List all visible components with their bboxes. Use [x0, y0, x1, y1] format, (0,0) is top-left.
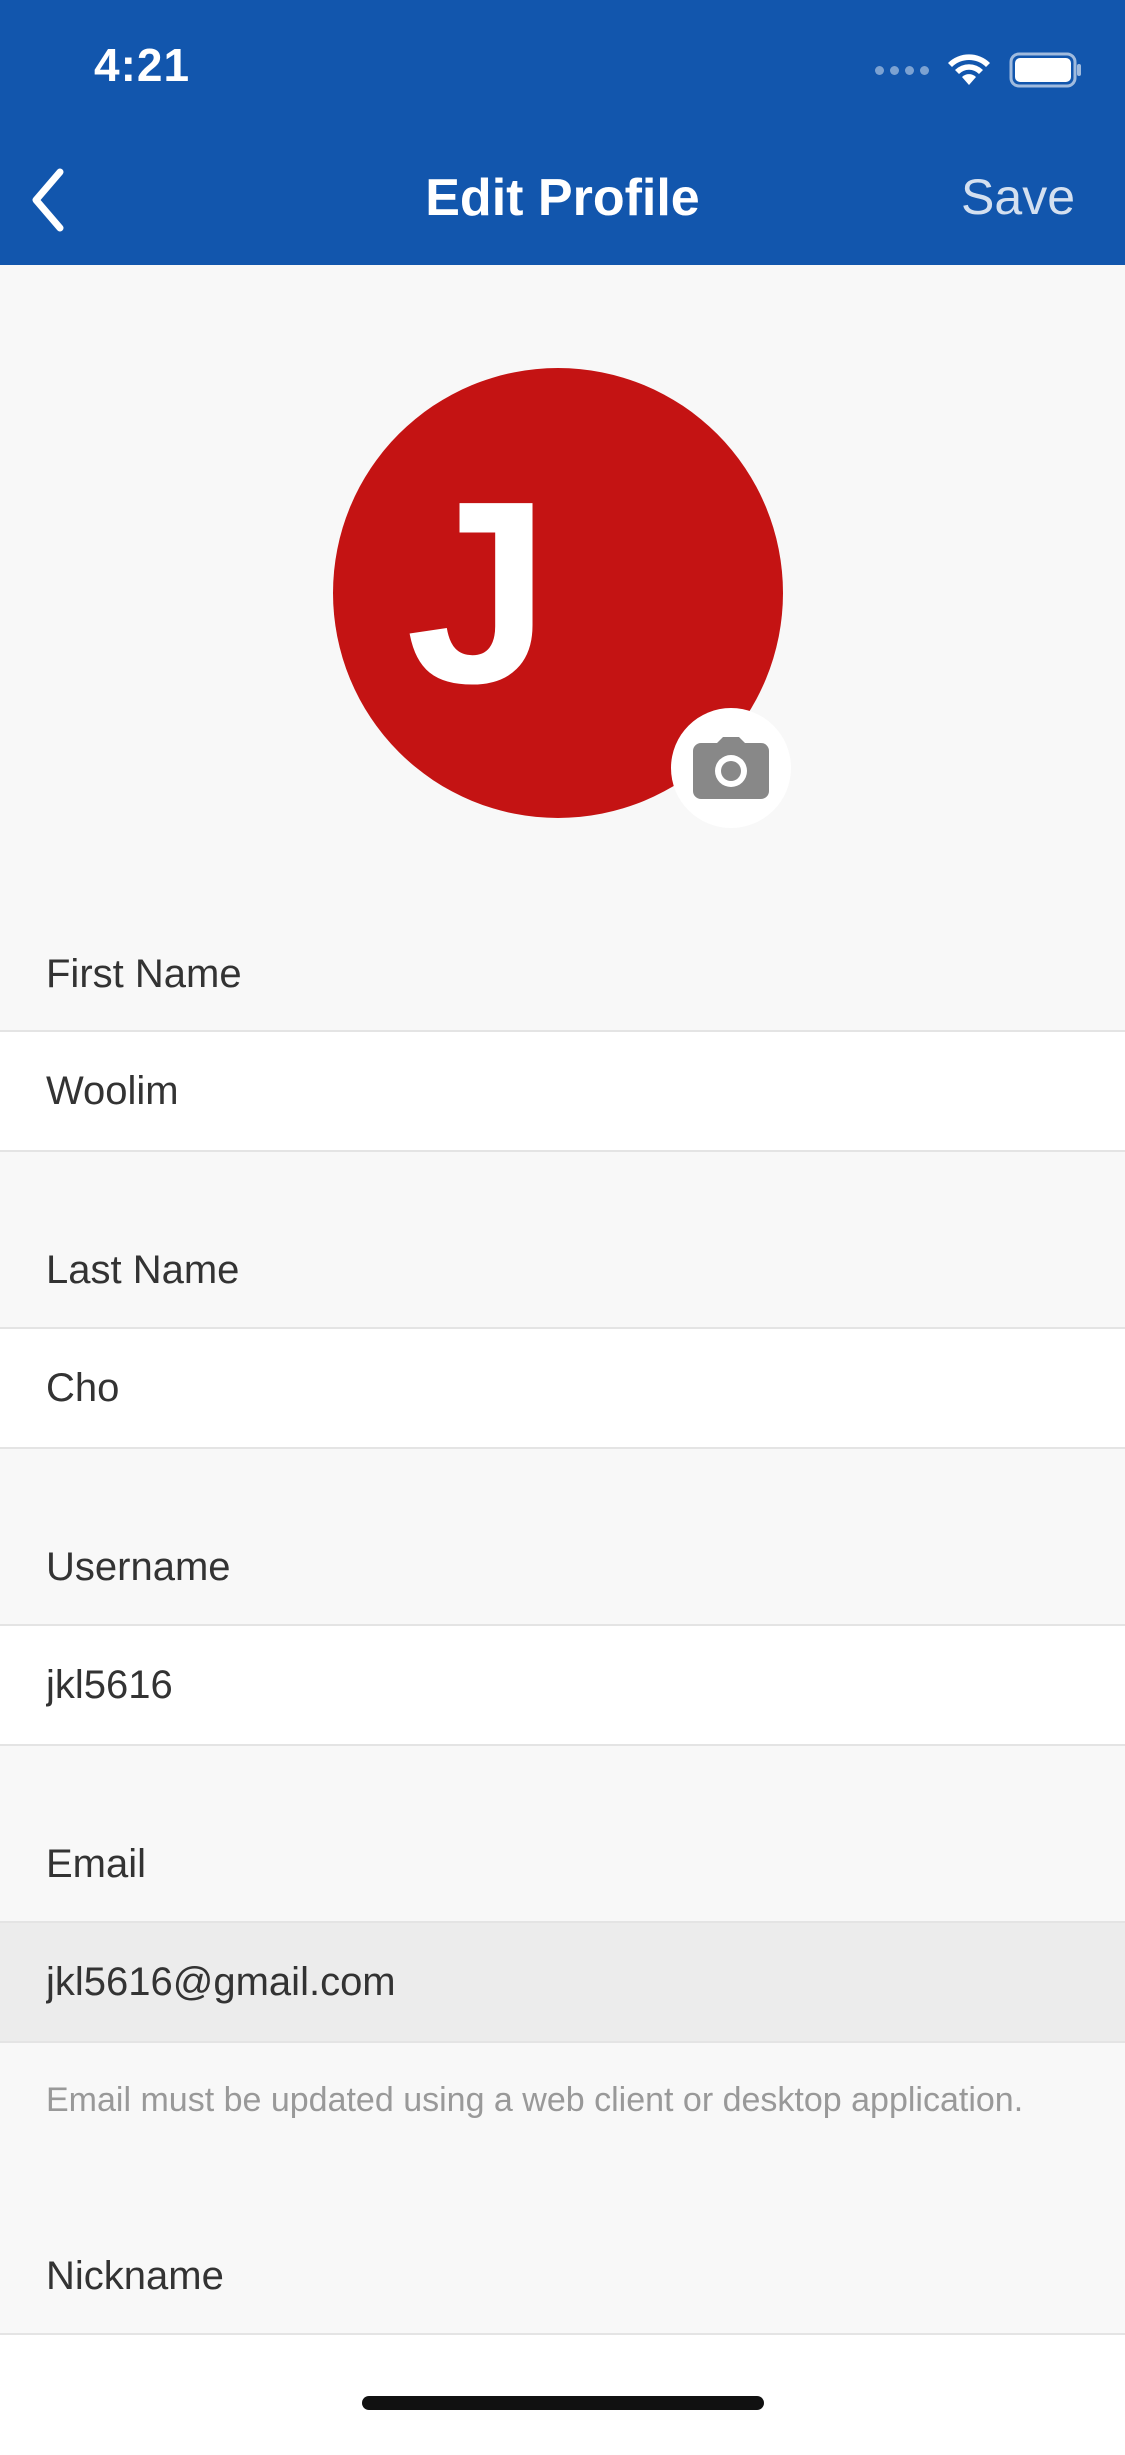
battery-icon — [1009, 52, 1081, 88]
status-time: 4:21 — [94, 39, 191, 91]
page-title: Edit Profile — [425, 169, 700, 227]
change-photo-button[interactable] — [671, 708, 791, 828]
nickname-input[interactable] — [46, 2372, 1046, 2418]
first-name-field[interactable] — [0, 1030, 1125, 1152]
email-help-text: Email must be updated using a web client… — [46, 2081, 1024, 2119]
first-name-label: First Name — [46, 952, 242, 996]
email-label: Email — [46, 1842, 147, 1886]
email-field — [0, 1921, 1125, 2043]
home-indicator — [362, 2396, 764, 2410]
status-icons — [875, 50, 1083, 90]
last-name-field[interactable] — [0, 1327, 1125, 1449]
username-field[interactable] — [0, 1624, 1125, 1746]
save-button[interactable]: Save — [961, 168, 1075, 226]
wifi-icon — [948, 54, 990, 85]
cellular-signal-icon — [875, 65, 929, 75]
first-name-input[interactable] — [46, 1068, 1046, 1114]
header: 4:21 Edit Profile Save — [0, 0, 1125, 265]
nickname-field[interactable] — [0, 2333, 1125, 2455]
email-input — [46, 1959, 1046, 2005]
username-label: Username — [46, 1545, 231, 1589]
last-name-label: Last Name — [46, 1248, 240, 1292]
username-input[interactable] — [46, 1662, 1046, 1708]
nickname-label: Nickname — [46, 2254, 224, 2298]
avatar-section: J — [333, 368, 791, 828]
last-name-input[interactable] — [46, 1365, 1046, 1411]
camera-icon — [693, 737, 769, 799]
